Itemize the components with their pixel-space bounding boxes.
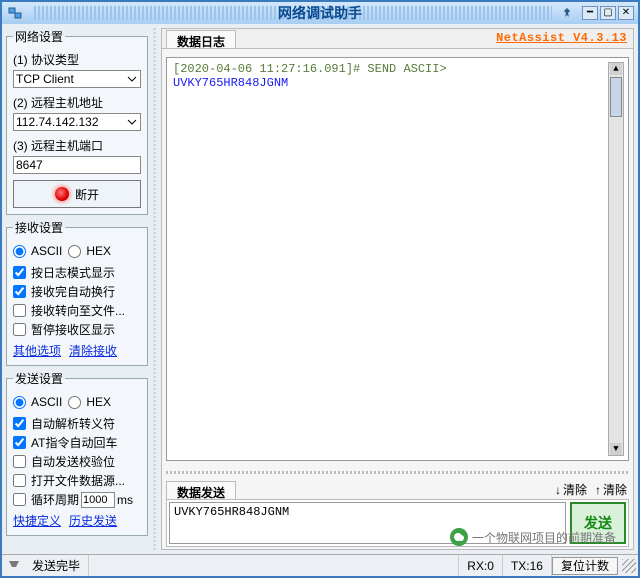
cycle-input[interactable] [81,492,115,508]
status-light-icon [55,187,69,201]
recv-hex-radio[interactable]: HEX [68,244,111,258]
log-timestamp: [2020-04-06 11:27:16.091]# SEND ASCII> [173,62,622,76]
send-history-link[interactable]: 历史发送 [69,512,117,529]
recv-ascii-radio[interactable]: ASCII [13,244,62,258]
titlebar-grip-left [34,6,287,20]
reset-counter-button[interactable]: 复位计数 [552,557,618,575]
disconnect-button[interactable]: 断开 [13,180,141,208]
app-icon [6,4,24,22]
close-button[interactable]: ✕ [618,6,634,20]
recv-tofile-checkbox[interactable]: 接收转向至文件... [13,302,141,319]
recv-settings-group: 接收设置 ASCII HEX 按日志模式显示 接收完自动换行 接收转向至文件..… [6,219,148,366]
protocol-select[interactable] [13,70,141,88]
send-atcr-checkbox[interactable]: AT指令自动回车 [13,434,141,451]
port-label: (3) 远程主机端口 [13,137,141,154]
send-clear-2[interactable]: ↑清除 [595,481,627,498]
send-clear-1[interactable]: ↓清除 [555,481,587,498]
network-settings-group: 网络设置 (1) 协议类型 (2) 远程主机地址 (3) 远程主机端口 断开 [6,28,148,215]
brand-label[interactable]: NetAssist V4.3.13 [496,31,627,45]
disconnect-label: 断开 [75,186,99,203]
send-checksum-checkbox[interactable]: 自动发送校验位 [13,453,141,470]
send-hex-radio[interactable]: HEX [68,395,111,409]
horizontal-splitter[interactable] [166,469,629,475]
send-cycle-checkbox[interactable]: 循环周期 ms [13,491,141,508]
host-input[interactable] [13,113,141,131]
minimize-button[interactable]: ━ [582,6,598,20]
resize-grip-icon[interactable] [622,559,636,573]
pin-icon[interactable] [558,6,576,20]
scroll-up-icon[interactable]: ▲ [610,63,622,75]
send-legend: 发送设置 [13,370,65,387]
send-tab[interactable]: 数据发送 [166,481,236,499]
send-settings-group: 发送设置 ASCII HEX 自动解析转义符 AT指令自动回车 自动发送校验位 … [6,370,148,536]
recv-clear-link[interactable]: 清除接收 [69,342,117,359]
send-escape-checkbox[interactable]: 自动解析转义符 [13,415,141,432]
send-shortcut-link[interactable]: 快捷定义 [13,512,61,529]
vertical-splitter[interactable] [153,28,156,550]
recv-logmode-checkbox[interactable]: 按日志模式显示 [13,264,141,281]
scroll-down-icon[interactable]: ▼ [610,443,622,455]
log-data: UVKY765HR848JGNM [173,76,622,90]
network-legend: 网络设置 [13,28,65,45]
recv-autowrap-checkbox[interactable]: 接收完自动换行 [13,283,141,300]
send-button[interactable]: 发送 [570,502,626,544]
status-spacer [89,555,459,576]
status-rx: RX:0 [459,555,503,576]
recv-more-link[interactable]: 其他选项 [13,342,61,359]
titlebar-grip-right [299,6,552,20]
log-tab[interactable]: 数据日志 [166,30,236,48]
send-ascii-radio[interactable]: ASCII [13,395,62,409]
status-ready: 发送完毕 [24,555,89,576]
ready-icon [8,558,20,573]
port-input[interactable] [13,156,141,174]
maximize-button[interactable]: ▢ [600,6,616,20]
log-scrollbar[interactable]: ▲ ▼ [608,62,624,456]
send-filesrc-checkbox[interactable]: 打开文件数据源... [13,472,141,489]
host-label: (2) 远程主机地址 [13,94,141,111]
protocol-label: (1) 协议类型 [13,51,141,68]
log-area[interactable]: [2020-04-06 11:27:16.091]# SEND ASCII> U… [166,57,629,461]
recv-pause-checkbox[interactable]: 暂停接收区显示 [13,321,141,338]
recv-legend: 接收设置 [13,219,65,236]
send-input[interactable] [169,502,566,544]
scroll-thumb[interactable] [610,77,622,117]
status-tx: TX:16 [503,555,552,576]
